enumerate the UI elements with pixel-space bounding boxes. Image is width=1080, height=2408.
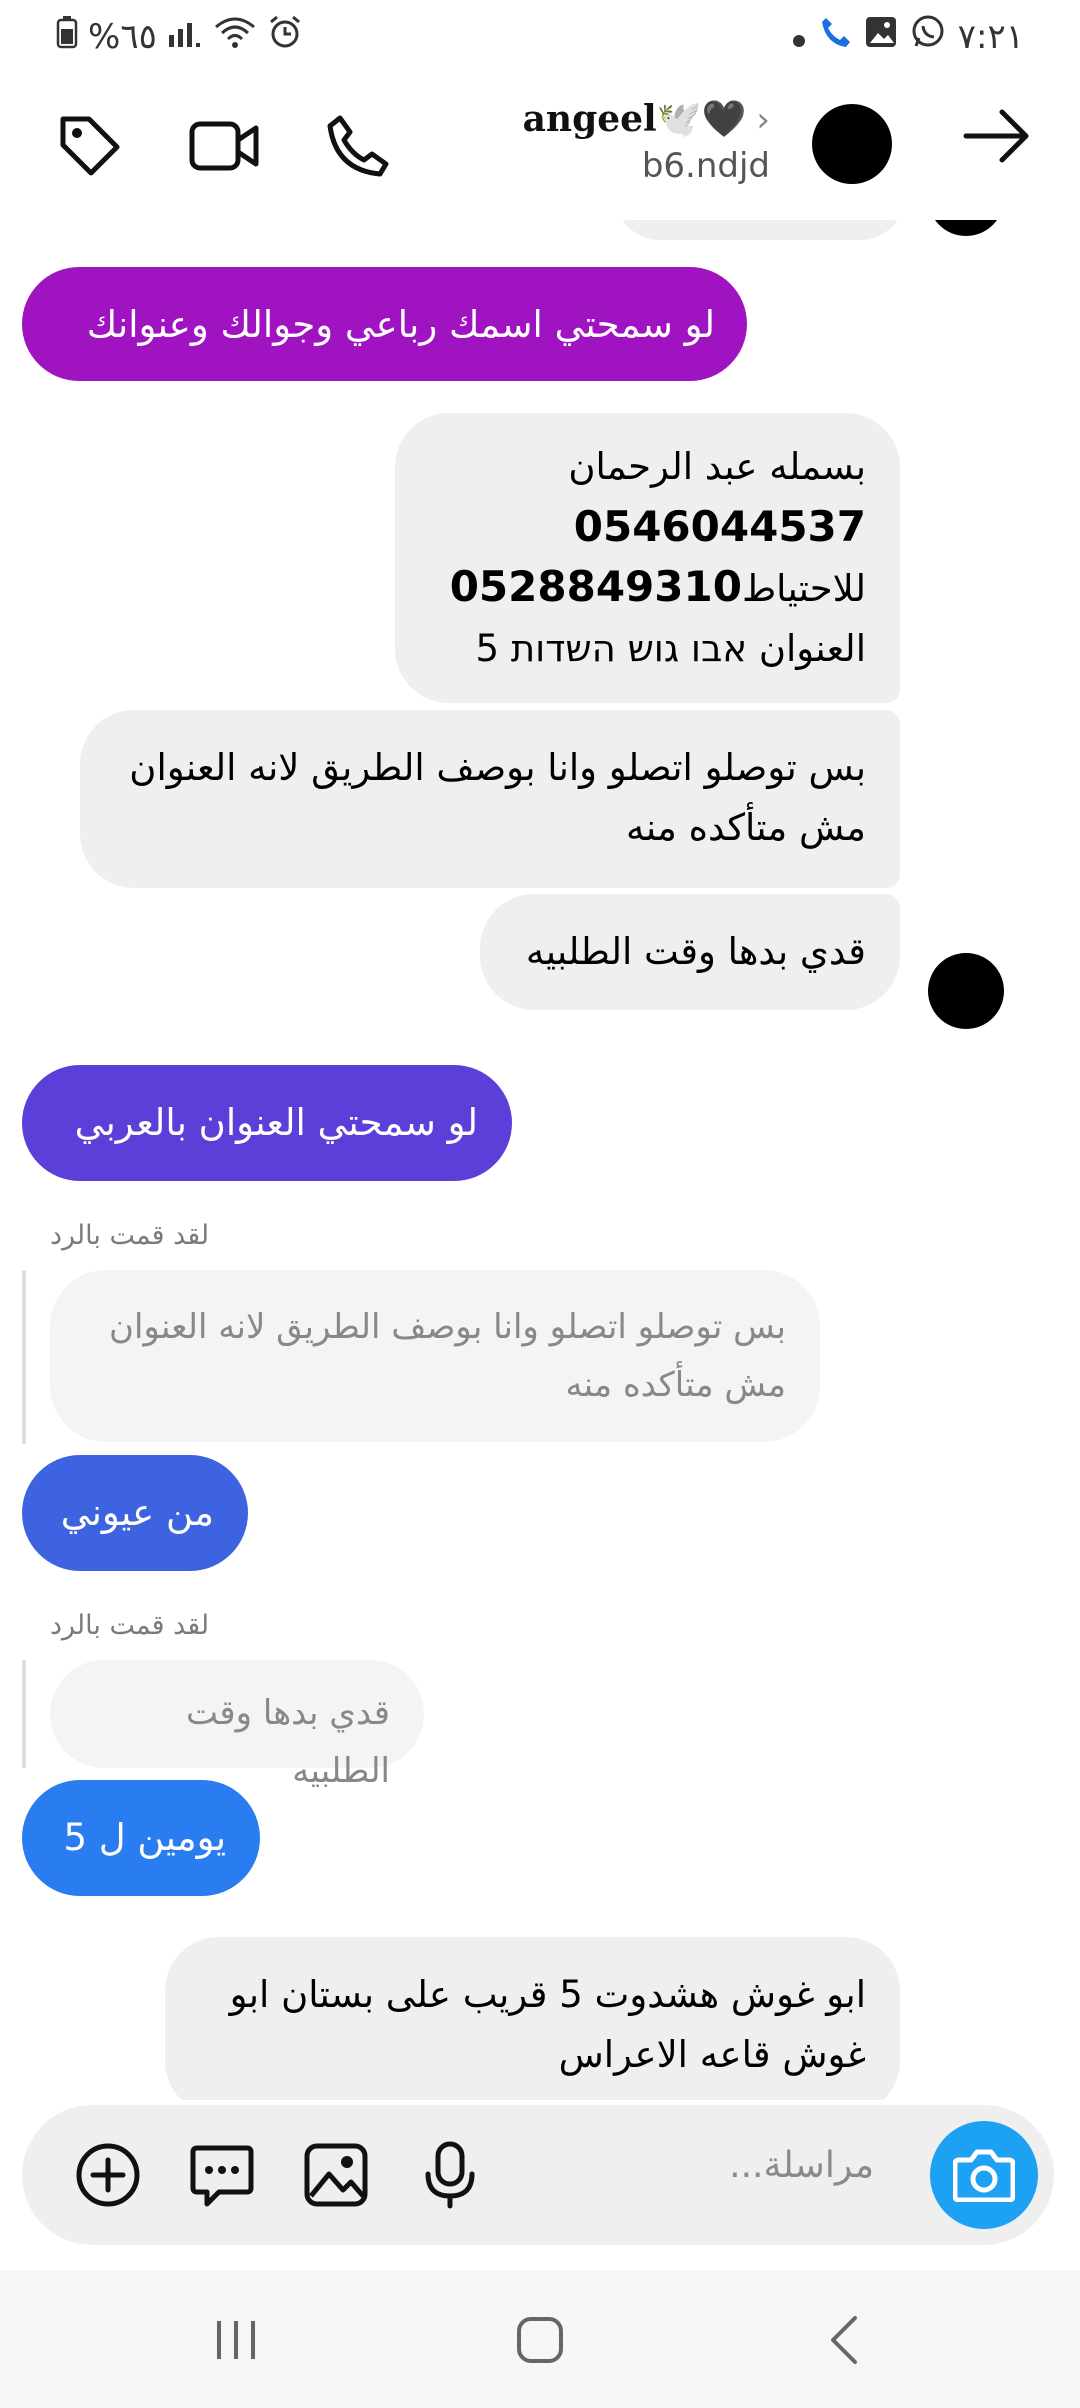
tag-icon[interactable] [50,106,130,186]
back-icon[interactable] [804,2310,884,2370]
phone-number[interactable]: 0546044537 [429,497,866,557]
video-call-icon[interactable] [184,106,264,186]
recent-apps-icon[interactable] [196,2310,276,2370]
signal-icon [167,15,203,58]
quote-text: مش متأكده منه [565,1365,786,1405]
status-bar: %٦٥ ٧:٢١ [0,0,1080,72]
quote-text: بس توصلو اتصلو وانا بوصف الطريق لانه الع… [109,1307,786,1347]
message-bubble[interactable]: قدي بدها وقت الطلبيه [480,894,900,1010]
message-bubble[interactable]: لو سمحتي العنوان بالعربي [22,1065,512,1181]
message-list[interactable]: لو سمحتي اسمك رباعي وجوالك وعنوانك بسمله… [0,220,1080,2100]
contact-name: angeel🕊️🖤 [522,98,747,140]
chevron-right-icon: › [756,100,770,140]
message-text: لو سمحتي اسمك رباعي وجوالك وعنوانك [86,303,715,346]
message-text: غوش قاعه الاعراس [558,2033,866,2076]
message-bubble-partial [615,220,905,240]
message-text: يومين ل 5 [63,1816,226,1859]
clock-time: ٧:٢١ [957,16,1024,57]
contact-handle: b6.ndjd [641,146,770,186]
wifi-icon [213,15,257,58]
message-composer: مراسلة... [22,2105,1054,2245]
reply-bar [22,1270,26,1444]
battery-icon [56,15,78,58]
reply-bar [22,1660,26,1768]
avatar[interactable] [812,104,892,184]
sender-avatar [928,220,1004,236]
phone-icon[interactable] [318,106,398,186]
add-icon[interactable] [68,2135,148,2215]
message-text: مش متأكده منه [625,806,866,849]
image-icon[interactable] [296,2135,376,2215]
message-text: ابو غوش هشدوت 5 قريب على بستان ابو [229,1973,866,2016]
message-input[interactable]: مراسلة... [729,2145,874,2186]
system-nav-bar [0,2270,1080,2408]
message-text: لو سمحتي العنوان بالعربي [74,1101,478,1144]
reply-quote[interactable]: قدي بدها وقت الطلبيه [50,1660,424,1791]
message-bubble[interactable]: يومين ل 5 [22,1780,260,1896]
camera-icon[interactable] [930,2121,1038,2229]
chat-header: angeel🕊️🖤 › b6.ndjd [0,72,1080,220]
message-text: العنوان אבו גוש השדות 5 [475,627,866,670]
home-icon[interactable] [500,2310,580,2370]
sticker-chat-icon[interactable] [182,2135,262,2215]
message-text: من عيوني [60,1491,214,1534]
message-bubble[interactable]: من عيوني [22,1455,248,1571]
message-text: قدي بدها وقت الطلبيه [525,930,866,973]
dot-icon [792,17,806,57]
alarm-icon [267,14,303,59]
reply-quote[interactable]: بس توصلو اتصلو وانا بوصف الطريق لانه الع… [50,1270,820,1442]
battery-percent: %٦٥ [88,16,157,57]
back-arrow-icon[interactable] [962,106,1032,170]
mic-icon[interactable] [410,2135,490,2215]
gallery-icon [864,15,898,58]
contact-title[interactable]: angeel🕊️🖤 › b6.ndjd [523,98,770,186]
reply-label: لقد قمت بالرد [50,1610,210,1641]
whatsapp-icon [910,14,946,59]
phone-number[interactable]: 0528849310 [450,562,742,611]
message-bubble[interactable]: لو سمحتي اسمك رباعي وجوالك وعنوانك [22,267,747,381]
sender-avatar [928,953,1004,1029]
message-bubble[interactable]: بسمله عبد الرحمان 0546044537 للاحتياط052… [395,413,900,703]
message-text: للاحتياط [741,567,866,610]
message-bubble[interactable]: بس توصلو اتصلو وانا بوصف الطريق لانه الع… [80,710,900,888]
message-text: بسمله عبد الرحمان [568,445,866,488]
message-text: بس توصلو اتصلو وانا بوصف الطريق لانه الع… [129,746,866,789]
call-icon [818,14,852,59]
reply-label: لقد قمت بالرد [50,1220,210,1251]
quote-text: قدي بدها وقت الطلبيه [186,1693,390,1791]
message-bubble[interactable]: ابو غوش هشدوت 5 قريب على بستان ابو غوش ق… [165,1937,900,2100]
